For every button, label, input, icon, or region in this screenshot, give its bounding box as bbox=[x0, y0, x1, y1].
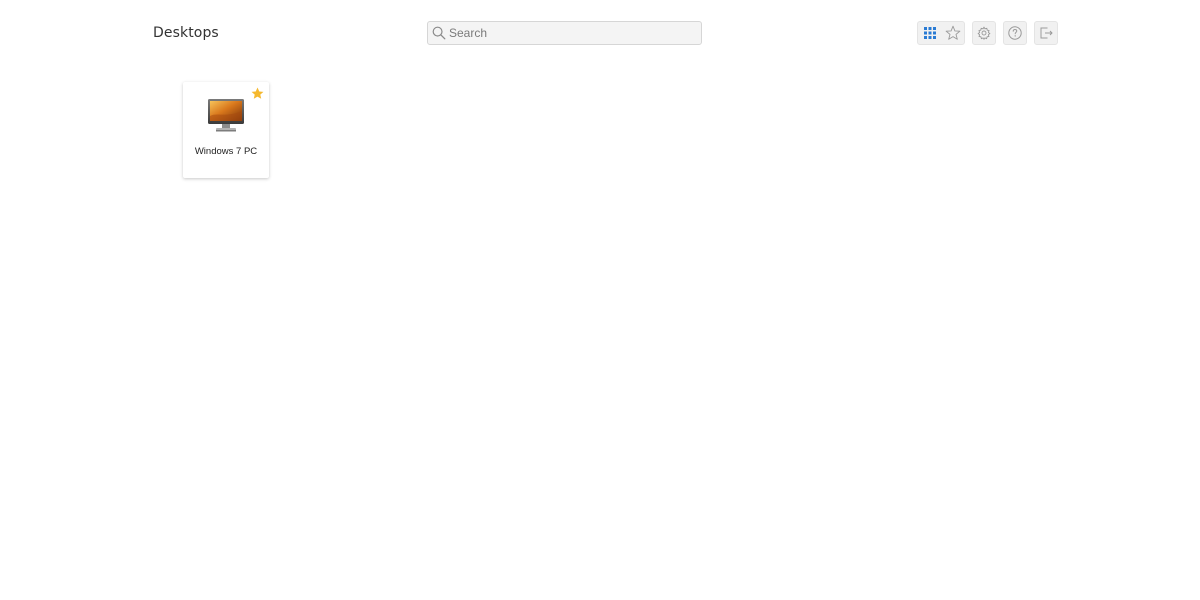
logout-button[interactable] bbox=[1034, 21, 1058, 45]
search-input[interactable] bbox=[449, 22, 697, 44]
favorites-view-button[interactable] bbox=[941, 22, 964, 44]
desktop-tile-label: Windows 7 PC bbox=[194, 146, 258, 157]
desktop-grid: Windows 7 PC bbox=[0, 70, 1200, 600]
help-icon bbox=[1008, 26, 1022, 40]
star-outline-icon bbox=[945, 25, 960, 40]
header: Desktops bbox=[0, 0, 1200, 70]
search-box[interactable] bbox=[427, 21, 702, 45]
grid-icon bbox=[923, 27, 936, 39]
view-toggle-group bbox=[917, 21, 965, 45]
help-button[interactable] bbox=[1003, 21, 1027, 45]
grid-view-button[interactable] bbox=[918, 22, 941, 44]
gear-icon bbox=[977, 26, 991, 40]
logout-icon bbox=[1040, 27, 1053, 39]
settings-button[interactable] bbox=[972, 21, 996, 45]
page-title: Desktops bbox=[153, 25, 219, 41]
favorite-star-icon[interactable] bbox=[251, 87, 264, 100]
desktop-tile[interactable]: Windows 7 PC bbox=[183, 82, 269, 178]
monitor-icon bbox=[208, 99, 244, 132]
search-icon bbox=[432, 26, 446, 40]
